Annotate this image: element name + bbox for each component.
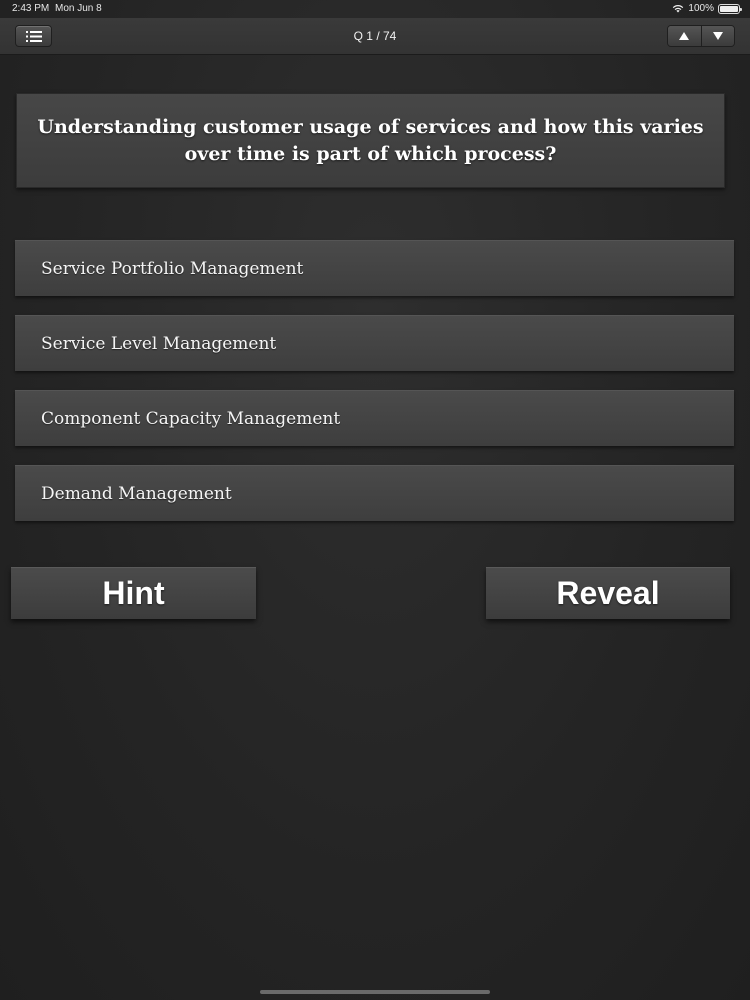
question-text: Understanding customer usage of services… bbox=[37, 115, 704, 165]
reveal-button[interactable]: Reveal bbox=[486, 567, 730, 619]
status-indicators: 100% bbox=[672, 3, 742, 14]
hint-button[interactable]: Hint bbox=[11, 567, 256, 619]
nav-bar: Q 1 / 74 bbox=[0, 18, 750, 55]
battery-icon bbox=[718, 3, 742, 14]
quiz-screen: 2:43 PM Mon Jun 8 100% Q 1 / 74 Understa… bbox=[0, 0, 750, 1000]
answer-option[interactable]: Service Portfolio Management bbox=[15, 240, 734, 296]
question-card: Understanding customer usage of services… bbox=[16, 93, 725, 188]
question-counter: Q 1 / 74 bbox=[353, 29, 397, 43]
battery-percent: 100% bbox=[688, 3, 714, 14]
answer-option[interactable]: Service Level Management bbox=[15, 315, 734, 371]
status-bar: 2:43 PM Mon Jun 8 100% bbox=[0, 0, 750, 18]
question-navigation bbox=[667, 25, 735, 47]
answer-option[interactable]: Demand Management bbox=[15, 465, 734, 521]
arrow-up-icon bbox=[679, 32, 690, 40]
home-indicator[interactable] bbox=[260, 990, 490, 994]
next-question-button[interactable] bbox=[700, 26, 734, 46]
status-date: Mon Jun 8 bbox=[55, 3, 102, 14]
previous-question-button[interactable] bbox=[668, 26, 701, 46]
answer-option[interactable]: Component Capacity Management bbox=[15, 390, 734, 446]
battery-level-fill bbox=[720, 5, 738, 12]
answer-list: Service Portfolio Management Service Lev… bbox=[15, 240, 734, 540]
wifi-icon bbox=[672, 4, 684, 13]
status-time: 2:43 PM bbox=[12, 3, 50, 14]
arrow-down-icon bbox=[712, 32, 723, 40]
